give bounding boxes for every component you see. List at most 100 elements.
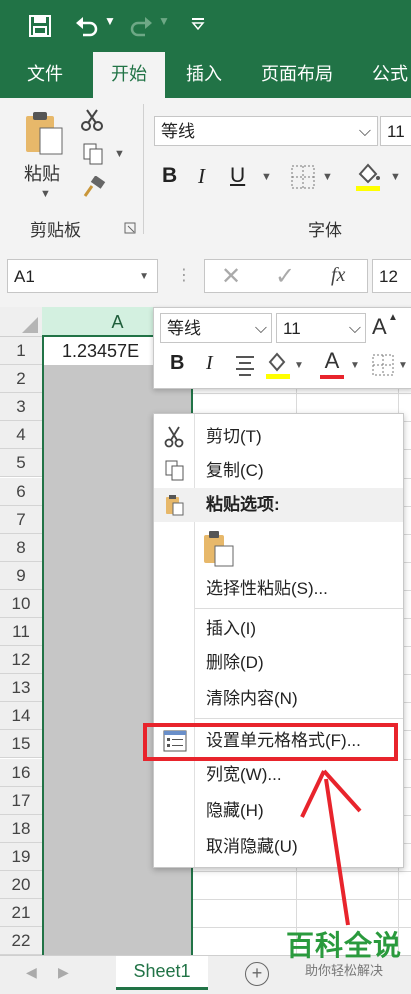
copy-icon[interactable] [82,142,104,166]
menu-label-paste-options: 粘贴选项: [206,495,280,514]
insert-function-button[interactable]: fx [331,264,345,287]
highlight-box [143,723,398,761]
align-center-icon[interactable] [234,354,256,376]
fill-color-dropdown-icon[interactable]: ▼ [390,171,401,183]
row-header[interactable]: 19 [0,842,42,871]
row-header[interactable]: 9 [0,561,42,590]
borders-dropdown-icon[interactable]: ▼ [322,171,333,183]
menu-item-clear-contents[interactable]: 清除内容(N) [154,682,403,716]
mini-borders-icon[interactable] [372,354,394,376]
vertical-dots-icon[interactable]: ⋮ [176,265,192,285]
tab-formulas[interactable]: 公式 [360,52,411,98]
font-color-letter: A [324,348,340,373]
underline-button[interactable]: U [230,164,245,188]
mini-font-size-box[interactable]: 11 ⌵ [276,313,366,343]
row-header[interactable]: 16 [0,758,42,787]
row-header[interactable]: 1 [0,337,42,365]
scroll-left-icon[interactable]: ◀ [26,964,37,981]
menu-item-delete[interactable]: 删除(D) [154,646,403,680]
increase-font-size-button[interactable]: A [372,314,387,340]
font-name-box[interactable]: 等线 ⌵ [154,116,378,146]
select-all-button[interactable] [0,307,42,337]
row-header[interactable]: 21 [0,899,42,927]
customize-qat-icon[interactable] [190,16,206,32]
tab-home[interactable]: 开始 [93,52,165,98]
menu-label-cut: 剪切(T) [206,427,262,446]
borders-icon[interactable] [290,164,316,190]
row-header[interactable]: 2 [0,365,42,394]
fill-color-icon[interactable] [354,160,382,192]
enter-icon[interactable]: ✓ [275,262,295,291]
mini-font-color-button[interactable]: A [320,348,344,380]
paste-option-icon[interactable] [202,530,236,568]
formula-bar: A1 ▼ ⋮ ✕ ✓ fx 12 [0,243,411,307]
italic-button[interactable]: I [198,164,205,189]
cut-icon[interactable] [80,108,104,132]
mini-italic-button[interactable]: I [206,352,213,375]
menu-label-insert: 插入(I) [206,619,257,638]
select-all-triangle-icon [22,317,38,333]
annotation-arrow-icon [300,769,362,926]
row-header[interactable]: 4 [0,421,42,450]
watermark-logo: 百科全说 助你轻松解决 [285,930,403,986]
redo-dropdown-icon: ▼ [158,14,170,28]
row-header[interactable]: 8 [0,533,42,562]
copy-dropdown-icon[interactable]: ▼ [114,148,125,160]
dialog-launcher-icon[interactable] [124,222,136,234]
bold-button[interactable]: B [162,164,177,188]
row-header[interactable]: 7 [0,505,42,534]
paste-icon[interactable] [22,110,66,156]
paste-label[interactable]: 粘贴 [24,160,60,186]
menu-label-column-width: 列宽(W)... [206,765,282,784]
mini-fill-color-icon[interactable] [264,350,292,380]
row-header[interactable]: 18 [0,814,42,843]
row-header[interactable]: 6 [0,477,42,506]
chevron-down-icon[interactable]: ⌵ [359,117,371,147]
row-header[interactable]: 3 [0,393,42,422]
cell-a1-value: 1.23457E [62,341,140,361]
row-header[interactable]: 17 [0,786,42,815]
underline-dropdown-icon[interactable]: ▼ [261,171,272,183]
row-header[interactable]: 12 [0,646,42,675]
row-header[interactable]: 15 [0,730,42,759]
save-icon[interactable] [28,14,52,38]
row-header[interactable]: 20 [0,870,42,899]
paste-dropdown-icon[interactable]: ▼ [40,188,51,200]
undo-icon[interactable] [74,14,100,38]
mini-fill-dropdown-icon[interactable]: ▼ [294,360,304,371]
menu-label-clear-contents: 清除内容(N) [206,689,298,708]
mini-font-chevron-icon[interactable]: ⌵ [255,314,267,344]
mini-font-name-box[interactable]: 等线 ⌵ [160,313,272,343]
mini-font-color-dropdown-icon[interactable]: ▼ [350,360,360,371]
tab-insert[interactable]: 插入 [172,52,236,98]
menu-item-copy[interactable]: 复制(C) [154,454,403,488]
font-size-box[interactable]: 11 [380,116,411,146]
row-header[interactable]: 11 [0,618,42,646]
menu-item-cut[interactable]: 剪切(T) [154,420,403,454]
name-box[interactable]: A1 ▼ [7,259,158,293]
tab-page-layout[interactable]: 页面布局 [248,52,346,98]
format-painter-icon[interactable] [82,176,106,200]
name-box-dropdown-icon[interactable]: ▼ [139,260,149,294]
group-divider [143,104,144,234]
sheet-tab-sheet1[interactable]: Sheet1 [116,956,208,990]
add-sheet-icon[interactable]: + [245,962,269,986]
tab-file[interactable]: 文件 [8,52,82,98]
formula-input[interactable]: 12 [372,259,411,293]
cancel-icon[interactable]: ✕ [221,262,241,291]
row-header[interactable]: 10 [0,589,42,618]
row-header[interactable]: 13 [0,674,42,703]
menu-item-paste-special[interactable]: 选择性粘贴(S)... [154,572,403,606]
undo-dropdown-icon[interactable]: ▼ [104,14,116,28]
mini-bold-button[interactable]: B [170,352,184,375]
row-header[interactable]: 5 [0,449,42,478]
menu-header-paste-options: 粘贴选项: [154,488,403,522]
clipboard-group-label: 剪贴板 [30,221,81,240]
scroll-right-icon[interactable]: ▶ [58,964,69,981]
mini-borders-dropdown-icon[interactable]: ▼ [398,360,408,371]
menu-item-insert[interactable]: 插入(I) [154,612,403,646]
menu-label-hide: 隐藏(H) [206,801,264,820]
mini-size-chevron-icon[interactable]: ⌵ [349,314,361,344]
row-header[interactable]: 22 [0,927,42,955]
row-header[interactable]: 14 [0,702,42,731]
